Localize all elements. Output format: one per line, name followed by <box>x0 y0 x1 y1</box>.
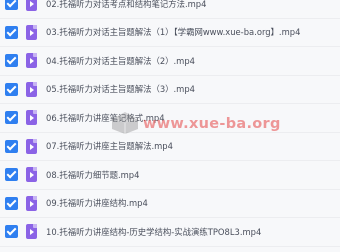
file-name[interactable]: 05.托福听力对话主旨题解法（3）.mp4 <box>46 83 195 95</box>
video-file-icon <box>26 24 37 40</box>
video-file-icon <box>26 81 37 97</box>
checkbox-checked-icon[interactable] <box>5 25 18 39</box>
video-file-icon <box>26 138 37 154</box>
file-row[interactable]: 08.托福听力细节题.mp4 <box>0 161 340 190</box>
file-name[interactable]: 03.托福听力对话主旨题解法（1）【学霸网www.xue-ba.org】.mp4 <box>46 26 300 38</box>
checkbox-checked-icon[interactable] <box>5 0 18 11</box>
checkbox-checked-icon[interactable] <box>5 196 18 210</box>
file-name[interactable]: 09.托福听力讲座结构.mp4 <box>46 197 148 209</box>
file-list: 02.托福听力对话考点和结构笔记方法.mp4 03.托福听力对话主旨题解法（1）… <box>0 0 340 247</box>
video-file-icon <box>26 0 37 12</box>
file-row[interactable]: 03.托福听力对话主旨题解法（1）【学霸网www.xue-ba.org】.mp4 <box>0 19 340 47</box>
file-name[interactable]: 04.托福听力对话主旨题解法（2）.mp4 <box>46 55 195 67</box>
file-row[interactable]: 09.托福听力讲座结构.mp4 <box>0 190 340 218</box>
file-name[interactable]: 10.托福听力讲座结构-历史学结构-实战演练TPO8L3.mp4 <box>46 226 261 238</box>
file-name[interactable]: 07.托福听力讲座主旨题解法.mp4 <box>46 140 173 152</box>
file-row[interactable]: 07.托福听力讲座主旨题解法.mp4 <box>0 133 340 161</box>
file-row[interactable]: 04.托福听力对话主旨题解法（2）.mp4 <box>0 47 340 76</box>
file-name[interactable]: 06.托福听力讲座笔记格式.mp4 <box>46 112 165 124</box>
checkbox-checked-icon[interactable] <box>5 82 18 96</box>
video-file-icon <box>26 224 37 240</box>
checkbox-checked-icon[interactable] <box>5 111 18 125</box>
file-row[interactable]: 10.托福听力讲座结构-历史学结构-实战演练TPO8L3.mp4 <box>0 218 340 247</box>
video-file-icon <box>26 110 37 126</box>
file-row[interactable]: 02.托福听力对话考点和结构笔记方法.mp4 <box>0 0 340 19</box>
checkbox-checked-icon[interactable] <box>5 54 18 68</box>
file-name[interactable]: 02.托福听力对话考点和结构笔记方法.mp4 <box>46 0 206 10</box>
checkbox-checked-icon[interactable] <box>5 168 18 182</box>
file-row[interactable]: 06.托福听力讲座笔记格式.mp4 <box>0 104 340 133</box>
video-file-icon <box>26 167 37 183</box>
file-name[interactable]: 08.托福听力细节题.mp4 <box>46 169 139 181</box>
video-file-icon <box>26 195 37 211</box>
file-row[interactable]: 05.托福听力对话主旨题解法（3）.mp4 <box>0 76 340 104</box>
video-file-icon <box>26 53 37 69</box>
checkbox-checked-icon[interactable] <box>5 225 18 239</box>
checkbox-checked-icon[interactable] <box>5 139 18 153</box>
